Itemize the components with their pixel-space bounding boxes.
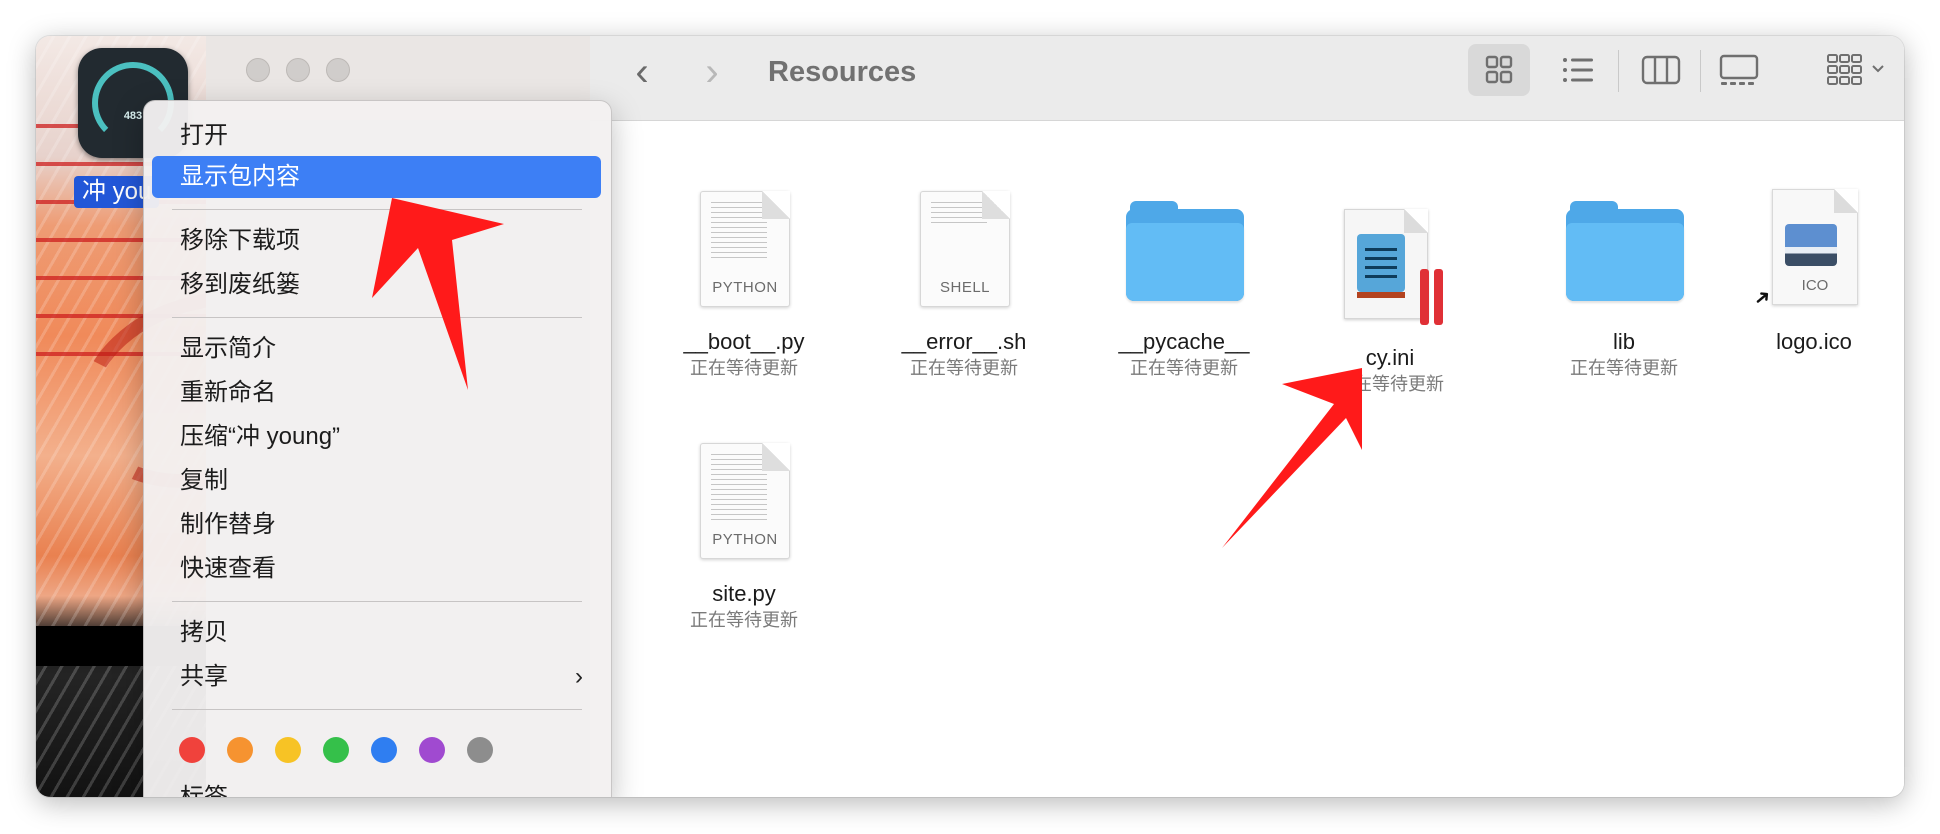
- file-status: 正在等待更新: [690, 358, 798, 378]
- file-status: 正在等待更新: [1570, 358, 1678, 378]
- ini-settings-icon: [1330, 187, 1450, 325]
- tag-yellow-dot[interactable]: [275, 737, 301, 763]
- zoom-window-button[interactable]: [326, 58, 350, 82]
- file-item-logo-ico[interactable]: ICO ➜ logo.ico: [1724, 187, 1904, 357]
- menu-separator: [172, 317, 582, 318]
- tag-blue-dot[interactable]: [371, 737, 397, 763]
- menu-item-copy[interactable]: 拷贝: [152, 612, 601, 654]
- file-name: lib: [1612, 329, 1635, 354]
- file-name: cy.ini: [1365, 345, 1415, 370]
- context-menu: 打开 显示包内容 移除下载项 移到废纸篓 显示简介 重新命名 压缩“冲 youn…: [143, 100, 612, 797]
- file-item-lib[interactable]: lib 正在等待更新: [1534, 187, 1714, 379]
- menu-item-rename[interactable]: 重新命名: [152, 372, 601, 414]
- file-name: __boot__.py: [683, 329, 805, 354]
- toolbar: ‹ › Resources: [590, 36, 1904, 121]
- group-by-button[interactable]: [1822, 44, 1892, 96]
- window-title: Resources: [768, 56, 917, 88]
- gallery-icon: [1719, 54, 1759, 85]
- menu-item-move-to-trash[interactable]: 移到废纸篓: [152, 264, 601, 306]
- file-status: 正在等待更新: [910, 358, 1018, 378]
- menu-item-compress[interactable]: 压缩“冲 young”: [152, 416, 601, 458]
- file-type-label: PYTHON: [712, 531, 778, 548]
- file-item-site-py[interactable]: PYTHON site.py 正在等待更新: [654, 439, 834, 631]
- file-item-cy-ini[interactable]: cy.ini 正在等待更新: [1300, 187, 1480, 395]
- file-status: 正在等待更新: [1130, 358, 1238, 378]
- file-name: logo.ico: [1776, 329, 1852, 354]
- folder-icon: [1124, 187, 1244, 307]
- menu-item-duplicate[interactable]: 复制: [152, 460, 601, 502]
- file-type-label: SHELL: [939, 279, 991, 296]
- folder-icon: [1564, 187, 1684, 307]
- tag-red-dot[interactable]: [179, 737, 205, 763]
- view-as-icons-button[interactable]: [1468, 44, 1530, 96]
- view-as-list-button[interactable]: [1548, 44, 1610, 96]
- view-as-gallery-button[interactable]: [1708, 44, 1770, 96]
- file-name: __error__.sh: [901, 329, 1027, 354]
- file-type-label: PYTHON: [712, 279, 778, 296]
- menu-separator: [172, 709, 582, 710]
- image-preview: [1785, 224, 1837, 266]
- file-grid: PYTHON __boot__.py 正在等待更新 SHELL __error_…: [590, 121, 1904, 797]
- file-type-label: ICO: [1801, 277, 1829, 294]
- tag-gray-dot[interactable]: [467, 737, 493, 763]
- menu-item-remove-download[interactable]: 移除下载项: [152, 220, 601, 262]
- chevron-right-icon: ›: [705, 50, 719, 94]
- menu-item-open[interactable]: 打开: [152, 115, 601, 157]
- file-item-error-sh[interactable]: SHELL __error__.sh 正在等待更新: [874, 187, 1054, 379]
- menu-item-get-info[interactable]: 显示简介: [152, 328, 601, 370]
- finder-window: 483 冲 you ‹ › Resources PYTHON __boot__.…: [36, 36, 1904, 797]
- toolbar-divider: [1700, 50, 1701, 92]
- chevron-left-icon: ‹: [635, 50, 649, 94]
- python-document-icon: PYTHON: [684, 439, 804, 559]
- chevron-right-icon: ›: [575, 663, 583, 690]
- menu-item-make-alias[interactable]: 制作替身: [152, 504, 601, 546]
- menu-separator: [172, 601, 582, 602]
- file-status: 正在等待更新: [1336, 374, 1444, 394]
- menu-item-tags[interactable]: 标签: [152, 777, 601, 797]
- notepad-icon: [1357, 234, 1405, 298]
- menu-item-share-label: 共享: [180, 663, 228, 690]
- columns-icon: [1641, 55, 1681, 85]
- tag-purple-dot[interactable]: [419, 737, 445, 763]
- file-name: __pycache__: [1118, 329, 1250, 354]
- view-as-columns-button[interactable]: [1630, 44, 1692, 96]
- download-paused-icon: [1434, 269, 1443, 325]
- file-item-pycache[interactable]: __pycache__ 正在等待更新: [1094, 187, 1274, 379]
- image-document-icon: ICO ➜: [1749, 187, 1874, 312]
- menu-item-share[interactable]: 共享 ›: [152, 656, 601, 698]
- grid-icon: [1485, 55, 1513, 84]
- file-name: site.py: [712, 581, 776, 606]
- menu-item-quick-look[interactable]: 快速查看: [152, 548, 601, 590]
- back-button[interactable]: ‹: [622, 52, 662, 94]
- file-item-boot-py[interactable]: PYTHON __boot__.py 正在等待更新: [654, 187, 834, 379]
- minimize-window-button[interactable]: [286, 58, 310, 82]
- close-window-button[interactable]: [246, 58, 270, 82]
- list-icon: [1563, 58, 1593, 82]
- toolbar-divider: [1618, 50, 1619, 92]
- download-paused-icon: [1420, 269, 1429, 325]
- shell-document-icon: SHELL: [904, 187, 1024, 307]
- group-grid-chevron-icon: [1827, 54, 1884, 85]
- file-status: 正在等待更新: [690, 610, 798, 630]
- forward-button[interactable]: ›: [692, 52, 732, 94]
- tag-orange-dot[interactable]: [227, 737, 253, 763]
- screenshot: 483 冲 you ‹ › Resources PYTHON __boot__.…: [0, 0, 1940, 834]
- python-document-icon: PYTHON: [684, 187, 804, 307]
- tag-green-dot[interactable]: [323, 737, 349, 763]
- menu-item-show-package-contents[interactable]: 显示包内容: [152, 156, 601, 198]
- menu-separator: [172, 209, 582, 210]
